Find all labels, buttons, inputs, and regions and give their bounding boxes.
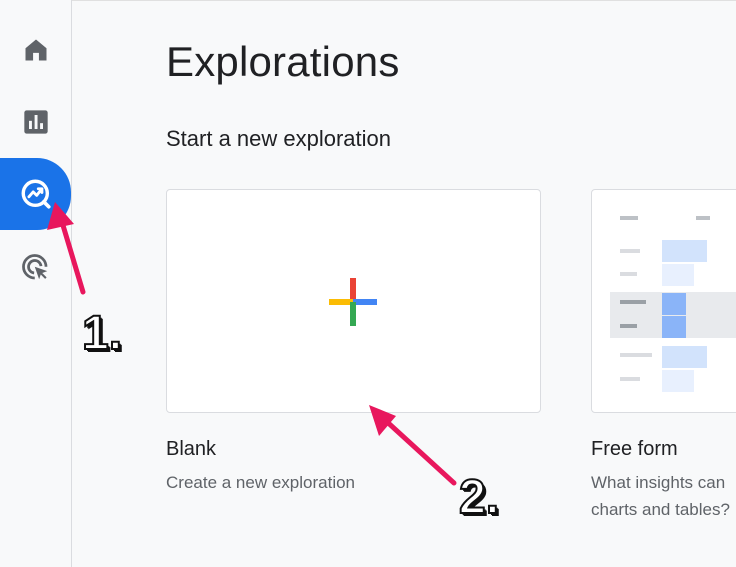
- annotation-arrows: [47, 202, 457, 486]
- annotation-arrow-1: [47, 202, 86, 295]
- annotation-step-2: 2.: [458, 470, 500, 525]
- annotation-arrow-2: [369, 405, 457, 486]
- annotation-step-1: 1.: [81, 306, 123, 361]
